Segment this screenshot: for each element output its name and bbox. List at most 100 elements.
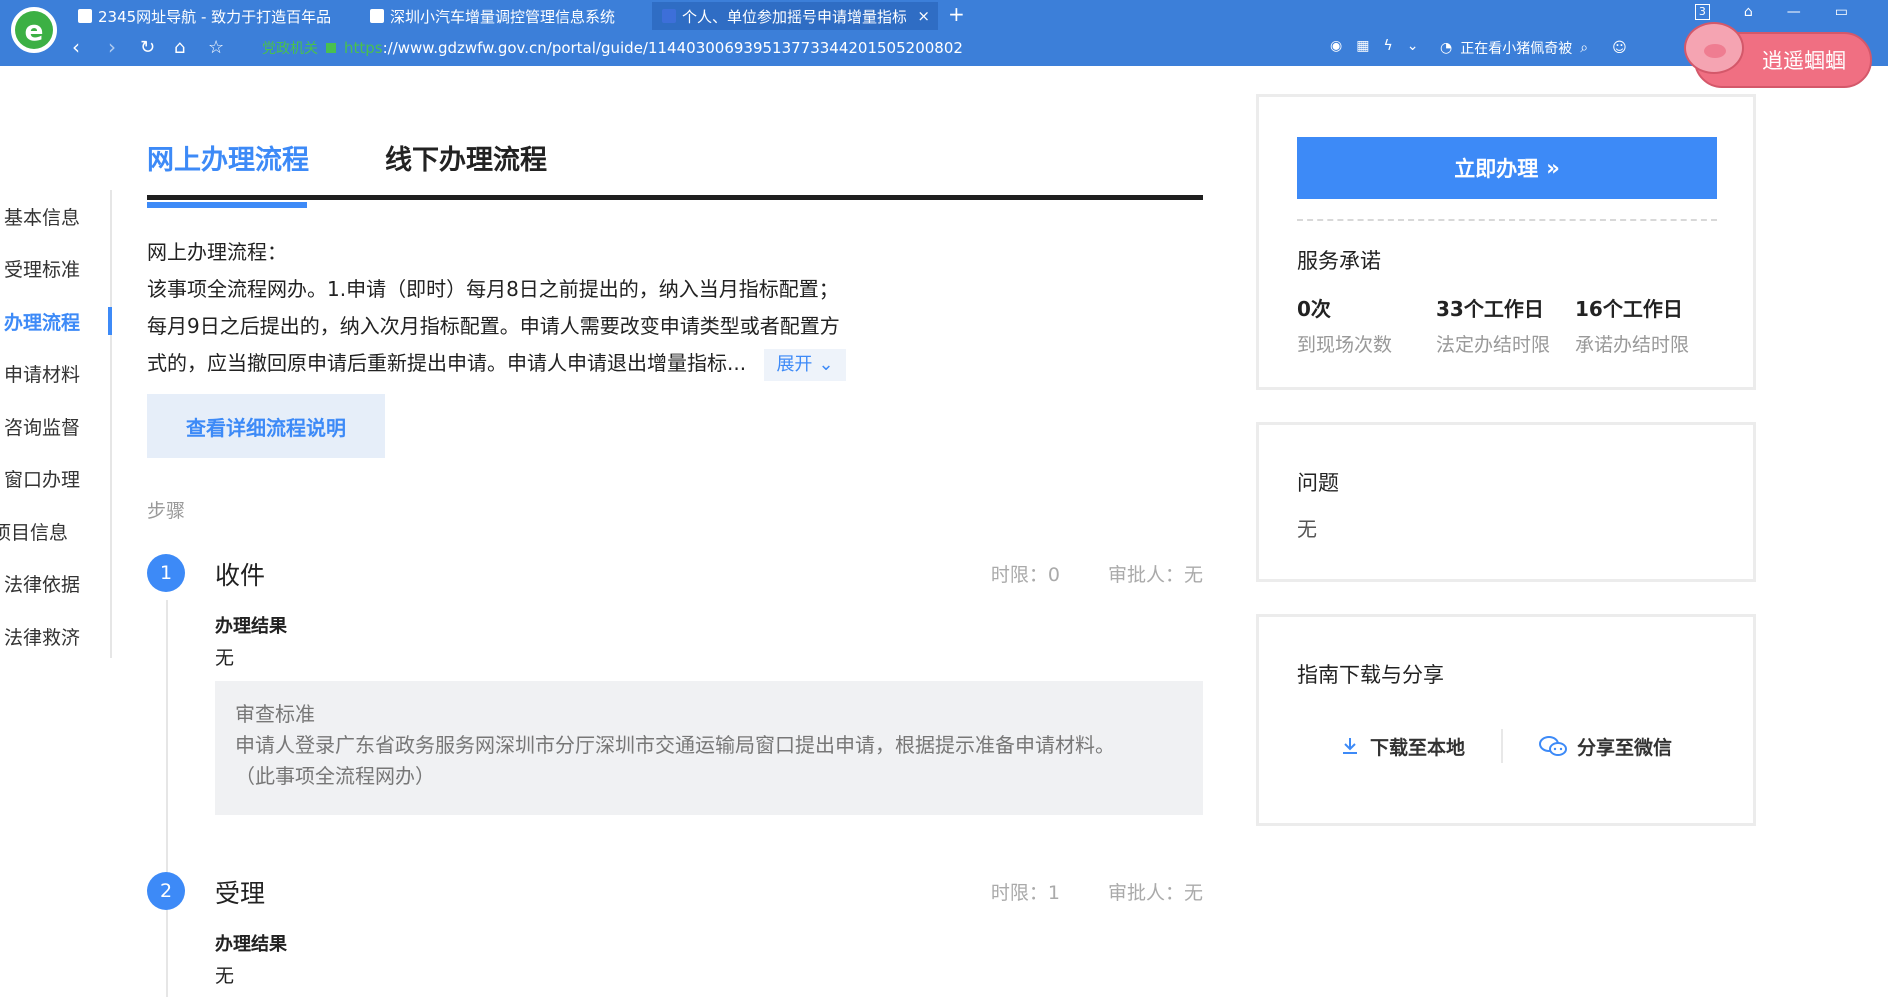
desc-line-last: 式的，应当撤回原申请后重新提出申请。申请人申请退出增量指标... 展开 ⌄ [147, 345, 917, 382]
steps-label: 步骤 [147, 500, 186, 522]
nav-item-project-info[interactable]: 项目信息 [0, 505, 110, 558]
tab-title: 2345网址导航 - 致力于打造百年品 [98, 7, 332, 26]
expand-label: 展开 [776, 354, 813, 375]
news-icon: ◔ [1440, 40, 1453, 56]
stat-label: 承诺办结时限 [1575, 334, 1690, 356]
stat-label: 到现场次数 [1297, 334, 1393, 356]
tab-title: 深圳小汽车增量调控管理信息系统 [390, 7, 616, 26]
chevron-down-icon: ⌄ [818, 354, 834, 375]
desc-line: 式的，应当撤回原申请后重新提出申请。申请人申请退出增量指标... [147, 351, 747, 375]
secure-badge: 党政机关 [262, 41, 318, 57]
stat-legal-limit: 33个工作日 法定办结时限 [1436, 293, 1550, 357]
criteria-title: 审查标准 [235, 702, 315, 726]
step-item: 2 受理 时限：1 审批人：无 办理结果 无 [147, 872, 1203, 997]
double-chevron-right-icon: » [1546, 156, 1560, 180]
shield-icon[interactable]: ◉ [1330, 38, 1342, 54]
step-approver: 审批人：无 [1107, 882, 1203, 904]
result-value: 无 [215, 965, 235, 987]
extension-icon[interactable]: ☺ [1612, 40, 1627, 56]
step-meta: 时限：1 审批人：无 [991, 878, 1203, 905]
step-meta: 时限：0 审批人：无 [991, 560, 1203, 587]
criteria-note: （此事项全流程网办） [235, 764, 435, 788]
question-value: 无 [1297, 517, 1317, 541]
pig-mascot-icon [1684, 22, 1744, 74]
divider [1297, 219, 1717, 221]
reload-icon[interactable]: ↻ [140, 37, 155, 58]
question-title: 问题 [1297, 471, 1339, 495]
browser-tab-bar: 2345网址导航 - 致力于打造百年品 深圳小汽车增量调控管理信息系统 个人、单… [0, 0, 1888, 30]
stat-value: 33个工作日 [1436, 297, 1544, 321]
stat-value: 16个工作日 [1575, 297, 1683, 321]
home-favicon-icon [78, 9, 92, 23]
download-icon [1342, 738, 1357, 754]
stat-value: 0次 [1297, 297, 1331, 321]
result-value: 无 [215, 647, 235, 669]
step-number: 2 [147, 872, 185, 910]
step-time-limit: 时限：1 [990, 882, 1060, 904]
desc-line: 每月9日之后提出的，纳入次月指标配置。申请人需要改变申请类型或者配置方 [147, 314, 840, 338]
desc-line: 该事项全流程网办。1.申请（即时）每月8日之前提出的，纳入当月指标配置； [147, 277, 839, 301]
close-tab-icon[interactable]: × [917, 7, 930, 25]
news-text: 正在看小猪佩奇被 [1460, 41, 1573, 57]
browser-logo[interactable]: e [8, 4, 60, 56]
process-description: 网上办理流程： 该事项全流程网办。1.申请（即时）每月8日之前提出的，纳入当月指… [147, 234, 917, 382]
grid-icon[interactable]: ▦ [1356, 38, 1369, 54]
wechat-label: 分享至微信 [1577, 736, 1673, 759]
nav-item-legal-basis[interactable]: 法律依据 [0, 558, 110, 611]
tab-title: 个人、单位参加摇号申请增量指标 [682, 7, 906, 26]
main-content: 网上办理流程 线下办理流程 网上办理流程： 该事项全流程网办。1.申请（即时）每… [147, 130, 1203, 523]
nav-item-legal-remedy[interactable]: 法律救济 [0, 610, 110, 663]
mascot-widget[interactable]: 逍遥蝈蝈 [1684, 18, 1880, 92]
expand-button[interactable]: 展开 ⌄ [764, 348, 846, 381]
nav-item-consult[interactable]: 咨询监督 [0, 400, 110, 453]
lock-icon [326, 43, 336, 53]
chevron-down-icon[interactable]: ⌄ [1407, 38, 1419, 54]
share-title: 指南下载与分享 [1297, 663, 1444, 687]
question-panel: 问题 无 [1256, 422, 1756, 582]
stat-label: 法定办结时限 [1436, 334, 1551, 356]
download-button[interactable]: 下载至本地 [1304, 733, 1501, 760]
url-text: ://www.gdzwfw.gov.cn/portal/guide/114403… [382, 39, 963, 57]
share-panel: 指南下载与分享 下载至本地 分享至微信 [1256, 614, 1756, 826]
tab-online-process[interactable]: 网上办理流程 [147, 138, 309, 208]
search-icon[interactable]: ⌕ [1580, 40, 1588, 56]
apply-now-button[interactable]: 立即办理 » [1297, 137, 1717, 199]
nav-item-window[interactable]: 窗口办理 [0, 453, 110, 506]
url-field[interactable]: 党政机关 https://www.gdzwfw.gov.cn/portal/gu… [262, 33, 1292, 63]
forward-icon[interactable]: › [108, 35, 116, 59]
promise-title: 服务承诺 [1297, 249, 1381, 273]
nav-item-acceptance-criteria[interactable]: 受理标准 [0, 243, 110, 296]
criteria-box: 审查标准 申请人登录广东省政务服务网深圳市分厅深圳市交通运输局窗口提出申请，根据… [215, 681, 1203, 815]
view-detail-button[interactable]: 查看详细流程说明 [147, 394, 385, 458]
step-approver: 审批人：无 [1107, 564, 1203, 586]
stat-promise-limit: 16个工作日 承诺办结时限 [1575, 293, 1689, 357]
bookmark-star-icon[interactable]: ☆ [208, 37, 224, 58]
service-panel: 立即办理 » 服务承诺 0次 到现场次数 33个工作日 法定办结时限 16个工作… [1256, 94, 1756, 390]
browser-tab-shenzhen-car[interactable]: 深圳小汽车增量调控管理信息系统 [360, 2, 650, 30]
desc-title: 网上办理流程： [147, 240, 287, 264]
apply-label: 立即办理 [1454, 157, 1539, 181]
lightning-icon[interactable]: ϟ [1383, 38, 1392, 54]
nav-item-process[interactable]: 办理流程 [0, 295, 112, 348]
wechat-share-button[interactable]: 分享至微信 [1503, 733, 1708, 760]
site-favicon-icon [662, 9, 676, 23]
criteria-text: 申请人登录广东省政务服务网深圳市分厅深圳市交通运输局窗口提出申请，根据提示准备申… [235, 733, 1115, 757]
new-tab-button[interactable]: + [948, 2, 965, 26]
url-scheme: https [344, 39, 383, 57]
browser-tab-2345[interactable]: 2345网址导航 - 致力于打造百年品 [68, 2, 358, 30]
left-nav: 基本信息 受理标准 办理流程 申请材料 咨询监督 窗口办理 项目信息 法律依据 … [0, 190, 112, 658]
process-tabs: 网上办理流程 线下办理流程 [147, 130, 1203, 208]
home-icon[interactable]: ⌂ [174, 37, 185, 58]
step-time-limit: 时限：0 [990, 564, 1060, 586]
download-label: 下载至本地 [1369, 736, 1465, 759]
nav-item-materials[interactable]: 申请材料 [0, 348, 110, 401]
step-title: 受理 [215, 879, 266, 908]
back-icon[interactable]: ‹ [72, 35, 80, 59]
tab-offline-process[interactable]: 线下办理流程 [385, 138, 547, 177]
step-item: 1 收件 时限：0 审批人：无 办理结果 无 审查标准 申请人登录广东省政务服务… [147, 554, 1203, 834]
nav-item-basic-info[interactable]: 基本信息 [0, 190, 110, 243]
news-ticker[interactable]: ◔ 正在看小猪佩奇被 ⌕ ☺ [1440, 38, 1627, 58]
result-label: 办理结果 [215, 616, 287, 637]
result-label: 办理结果 [215, 934, 287, 955]
browser-tab-active[interactable]: 个人、单位参加摇号申请增量指标 × [652, 2, 938, 30]
